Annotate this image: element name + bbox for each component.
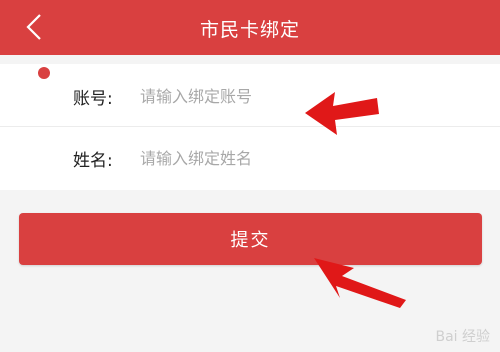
name-input[interactable] [140,146,460,170]
account-label: 账号: [73,89,113,109]
red-arrow-annotation-icon [314,258,406,308]
name-row: 姓名: [0,126,500,188]
red-arrow-annotation-icon [305,92,379,135]
account-row: 账号: [0,64,500,127]
watermark: Bai 经验 [435,329,490,345]
submit-button[interactable]: 提交 [19,213,482,265]
red-marker-dot [38,67,50,79]
app-header: 市民卡绑定 [0,0,500,55]
name-label: 姓名: [73,151,113,171]
page-title: 市民卡绑定 [199,19,300,41]
binding-form: 账号: 姓名: [0,64,500,190]
